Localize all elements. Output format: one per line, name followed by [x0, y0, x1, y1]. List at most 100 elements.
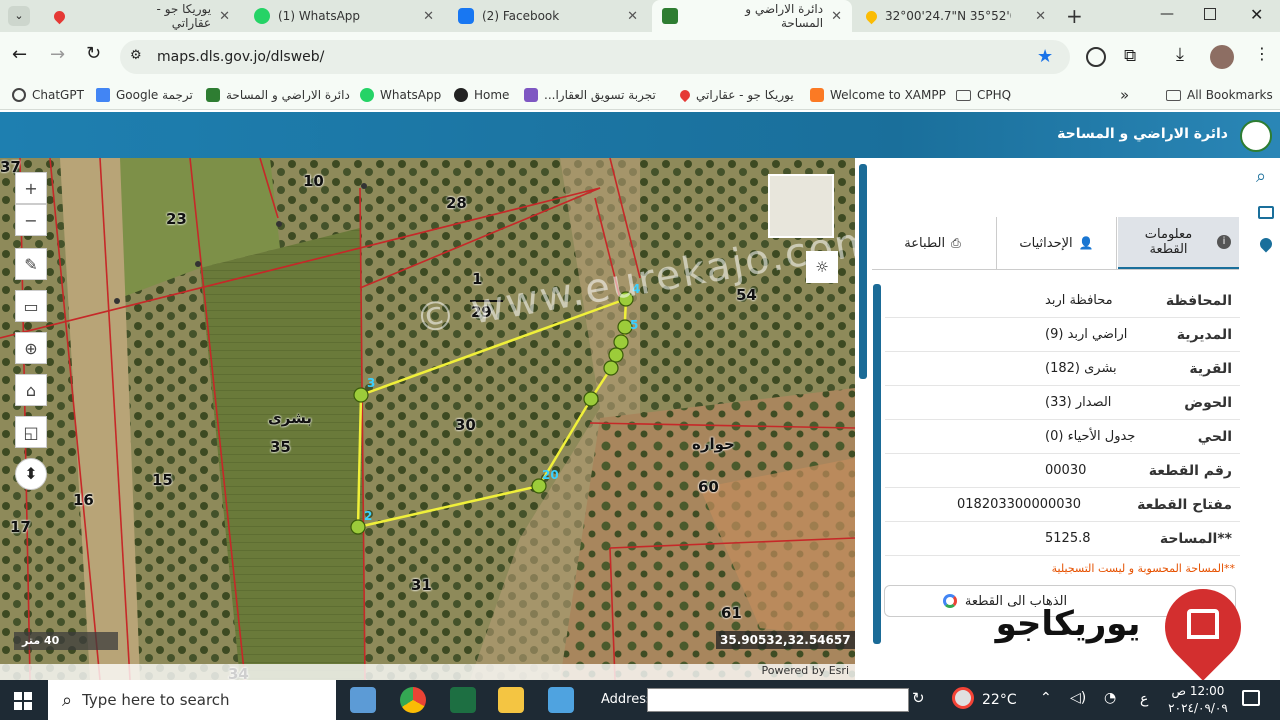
bookmark-item[interactable]: يوريكا جو - عقاراتي: [677, 80, 794, 110]
zoom-out-button[interactable]: −: [15, 204, 47, 236]
address-go-icon[interactable]: ↻: [912, 689, 925, 707]
zoom-in-button[interactable]: +: [15, 172, 47, 204]
logo-house-icon: [1187, 609, 1219, 639]
tab-close-icon[interactable]: ✕: [831, 9, 842, 24]
map-view[interactable]: 37 10 28 23 1 29 54 30 35 16 15 60 17 31…: [0, 158, 855, 680]
paint-icon[interactable]: [350, 687, 376, 713]
reload-button[interactable]: ↻: [86, 43, 101, 64]
eurekajo-logo: [1149, 573, 1257, 681]
taskbar-search-box[interactable]: ⌕ Type here to search: [48, 680, 336, 720]
tab-search-icon[interactable]: ⌄: [8, 6, 30, 26]
download-icon[interactable]: ⤓: [1176, 44, 1184, 65]
site-info-icon[interactable]: ⚙: [130, 48, 142, 63]
bookmark-item[interactable]: Welcome to XAMPP: [810, 80, 946, 110]
parcel-label: 23: [166, 210, 187, 228]
windows-start-icon[interactable]: [14, 692, 32, 710]
google-icon: [942, 594, 957, 608]
avatar[interactable]: [1210, 45, 1234, 69]
back-button[interactable]: ←: [12, 44, 27, 65]
extension-icon[interactable]: [1086, 47, 1106, 67]
row-key: **المساحة: [1159, 530, 1232, 547]
tab-google-maps[interactable]: 32°00'24.7"N 35°52'03.5" ✕: [856, 0, 1056, 32]
notifications-icon[interactable]: [1242, 690, 1260, 706]
clock-time[interactable]: 12:00 ص: [1168, 684, 1228, 698]
bookmark-item[interactable]: CPHQ: [956, 80, 1011, 110]
tab-whatsapp[interactable]: (1) WhatsApp ✕: [244, 0, 444, 32]
bookmark-label: Home: [474, 88, 510, 102]
parcel-label: 16: [73, 491, 94, 509]
wifi-icon[interactable]: ◔: [1104, 690, 1116, 706]
row-value: 5125.8: [1045, 531, 1091, 546]
tab-eurekajo[interactable]: يوريكا جو - عقاراتي ✕: [44, 0, 240, 32]
minimize-button[interactable]: —: [1160, 6, 1174, 22]
app-title: دائرة الاراضي و المساحة: [1057, 126, 1228, 142]
edit-tool-button[interactable]: ◱: [15, 416, 47, 448]
tab-close-icon[interactable]: ✕: [219, 9, 230, 24]
locate-button[interactable]: ⊕: [15, 332, 47, 364]
parcel-label: 15: [152, 471, 173, 489]
sun-icon: ☼: [815, 258, 829, 276]
bookmark-label: WhatsApp: [380, 88, 442, 102]
tab-close-icon[interactable]: ✕: [1035, 9, 1046, 24]
bookmark-item[interactable]: دائرة الاراضي و المساحة: [206, 80, 350, 110]
chrome-icon[interactable]: [400, 687, 426, 713]
basemap-toggle-button[interactable]: ☼: [806, 251, 838, 283]
panel-scrollbar[interactable]: [859, 164, 867, 379]
bookmark-item[interactable]: تجربة تسويق العقارا...: [524, 80, 656, 110]
bookmark-label: CPHQ: [977, 88, 1012, 102]
panel-scrollbar-track[interactable]: [873, 284, 881, 644]
temperature[interactable]: 22°C: [982, 692, 1017, 708]
weather-icon: [952, 687, 974, 709]
maximize-button[interactable]: [1204, 8, 1216, 20]
tab-label: (2) Facebook: [482, 9, 560, 23]
side-layers-icon[interactable]: [1258, 206, 1274, 219]
menu-icon[interactable]: ⋮: [1254, 44, 1270, 63]
language-indicator[interactable]: ع: [1140, 691, 1148, 707]
new-tab-button[interactable]: +: [1066, 4, 1083, 28]
map-imagery[interactable]: [0, 158, 855, 680]
bookmark-item[interactable]: Home: [454, 80, 509, 110]
village-label: حواره: [692, 435, 735, 453]
row-key: الحي: [1197, 428, 1232, 445]
tab-print[interactable]: ⎙ الطباعة: [872, 217, 993, 269]
close-window-button[interactable]: ✕: [1250, 5, 1263, 24]
side-search-icon[interactable]: ⌕: [1256, 166, 1266, 187]
draw-tool-button[interactable]: ✎: [15, 248, 47, 280]
bookmark-star-icon[interactable]: ★: [1037, 46, 1053, 67]
home-button[interactable]: ⌂: [15, 374, 47, 406]
vertex-label: 5: [630, 318, 639, 332]
bookmarks-overflow[interactable]: »: [1120, 80, 1129, 110]
excel-icon[interactable]: [450, 687, 476, 713]
tab-coordinates[interactable]: 👤 الإحداثيات: [996, 217, 1117, 269]
translate-icon: [96, 88, 110, 102]
tab-label: يوريكا جو - عقاراتي: [156, 2, 212, 30]
maps-icon: [863, 8, 880, 24]
parcel-label: 31: [411, 576, 432, 594]
volume-icon[interactable]: ◁): [1070, 690, 1086, 706]
all-bookmarks[interactable]: All Bookmarks: [1166, 80, 1273, 110]
address-toolbar-input[interactable]: [647, 688, 909, 712]
tray-chevron-icon[interactable]: ⌃: [1040, 690, 1052, 706]
clock-date[interactable]: ٢٠٢٤/٠٩/٠٩: [1166, 701, 1230, 715]
file-explorer-icon[interactable]: [498, 687, 524, 713]
tab-close-icon[interactable]: ✕: [423, 9, 434, 24]
forward-button[interactable]: →: [50, 44, 65, 65]
compass-button[interactable]: ⬍: [15, 458, 47, 490]
github-icon: [454, 88, 468, 102]
puzzle-icon[interactable]: ⧉: [1124, 46, 1136, 66]
url-text[interactable]: maps.dls.gov.jo/dlsweb/: [157, 49, 324, 65]
tab-dls[interactable]: دائرة الاراضي و المساحة ✕: [652, 0, 852, 32]
area-note: **المساحة المحسوبة و ليست التسجيلية: [1051, 562, 1235, 575]
site-icon: [524, 88, 538, 102]
address-bar[interactable]: ⚙ maps.dls.gov.jo/dlsweb/ ★: [120, 40, 1070, 74]
tab-facebook[interactable]: (2) Facebook ✕: [448, 0, 648, 32]
measure-tool-button[interactable]: ▭: [15, 290, 47, 322]
tab-close-icon[interactable]: ✕: [627, 9, 638, 24]
bookmark-item[interactable]: ChatGPT: [12, 80, 84, 110]
app-icon[interactable]: [548, 687, 574, 713]
bookmark-item[interactable]: WhatsApp: [360, 80, 441, 110]
user-icon: 👤: [1078, 236, 1094, 250]
tab-parcel-info[interactable]: i معلومات القطعة: [1118, 217, 1239, 269]
bookmark-item[interactable]: Google ترجمة: [96, 80, 193, 110]
overview-map[interactable]: [768, 174, 834, 238]
